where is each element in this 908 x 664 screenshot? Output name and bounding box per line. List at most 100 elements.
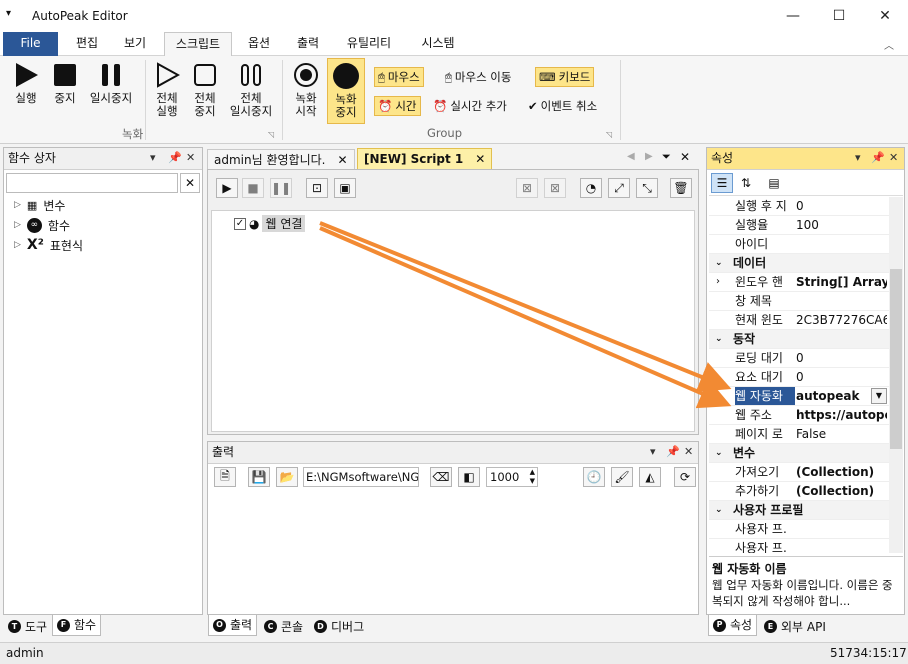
collapse-arrow-icon[interactable]: ⌄ xyxy=(715,254,723,272)
run-all-button[interactable]: 전체 실행 xyxy=(150,58,184,128)
mouse-move-toggle[interactable]: 🖱 마우스 이동 xyxy=(442,67,514,87)
property-value[interactable]: (Collection) xyxy=(793,482,887,500)
tab-options[interactable]: 옵션 xyxy=(236,32,282,56)
step-run-button[interactable]: ⊡ xyxy=(306,178,328,198)
tab-list-icon[interactable]: ⏷ xyxy=(662,150,671,164)
property-row[interactable]: 웹 자동화 autopeak ▼ xyxy=(709,387,889,406)
script-run-button[interactable]: ▶ xyxy=(216,178,238,198)
scrollbar-thumb[interactable] xyxy=(890,269,902,449)
property-row[interactable]: 가져오기 (Collection) xyxy=(709,463,889,482)
tab-debug[interactable]: D 디버그 xyxy=(310,616,368,637)
collapse-ribbon-icon[interactable]: ︿ xyxy=(884,37,894,52)
expand-all-button[interactable]: ⤢ xyxy=(608,178,630,198)
eraser-button[interactable]: ◧ xyxy=(458,467,480,487)
tab-edit[interactable]: 편집 xyxy=(64,32,110,56)
property-row[interactable]: 웹 주소 https://autopeak xyxy=(709,406,889,425)
speed-button[interactable]: ◔ xyxy=(580,178,602,198)
remove-all-button[interactable]: ⊠ xyxy=(544,178,566,198)
output-path-field[interactable]: E:\NGMsoftware\NG xyxy=(303,467,419,487)
scroll-tabs-left-icon[interactable]: ◀ xyxy=(627,151,635,162)
maximize-button[interactable]: ☐ xyxy=(816,0,862,32)
dropdown-icon[interactable]: ▼ xyxy=(871,388,887,404)
keyboard-toggle[interactable]: ⌨ 키보드 xyxy=(535,67,595,87)
property-row[interactable]: 실행 후 지 0 xyxy=(709,197,889,216)
collapse-arrow-icon[interactable]: ⌄ xyxy=(715,501,723,519)
tree-item-variables[interactable]: ▷ ▦ 변수 xyxy=(14,195,65,215)
record-stop-button[interactable]: 녹화 중지 xyxy=(327,58,365,124)
pause-all-button[interactable]: 전체 일시중지 xyxy=(226,58,276,128)
stop-all-button[interactable]: 전체 중지 xyxy=(188,58,222,128)
expand-arrow-icon[interactable]: ▷ xyxy=(14,200,21,210)
categorized-view-button[interactable]: ☰ xyxy=(711,173,733,193)
property-row[interactable]: 사용자 프. xyxy=(709,520,889,539)
property-row[interactable]: 창 제목 xyxy=(709,292,889,311)
panel-menu-icon[interactable]: ▾ xyxy=(650,445,656,458)
dialog-launcher-icon[interactable]: ◹ xyxy=(606,130,612,139)
alphabetical-view-button[interactable]: ⇅ xyxy=(735,173,757,193)
record-start-button[interactable]: 녹화 시작 xyxy=(288,58,324,128)
script-node-web-connect[interactable]: ✓ ◕ 웹 연결 xyxy=(234,215,306,232)
max-lines-stepper[interactable]: 1000 ▲ ▼ xyxy=(486,467,538,487)
tab-console[interactable]: C 콘솔 xyxy=(260,616,307,637)
property-category[interactable]: ⌄ 변수 xyxy=(709,444,889,463)
run-button[interactable]: 실행 xyxy=(8,58,44,128)
dialog-launcher-icon[interactable]: ◹ xyxy=(268,130,274,139)
tab-file[interactable]: File xyxy=(3,32,58,56)
run-to-end-button[interactable]: ▣ xyxy=(334,178,356,198)
event-cancel-button[interactable]: ✔ 이벤트 취소 xyxy=(525,96,600,116)
property-value[interactable]: String[] Array xyxy=(793,273,887,291)
tab-tools[interactable]: T 도구 xyxy=(4,616,51,637)
collapse-all-button[interactable]: ⤡ xyxy=(636,178,658,198)
tab-external-api[interactable]: E 외부 API xyxy=(760,616,830,637)
property-scrollbar[interactable] xyxy=(889,197,903,553)
tab-script-1[interactable]: [NEW] Script 1 ✕ xyxy=(357,148,493,170)
spinner-arrows-icon[interactable]: ▲ ▼ xyxy=(530,468,535,486)
close-tab-icon[interactable]: ✕ xyxy=(475,149,485,170)
property-value[interactable]: False xyxy=(793,425,887,443)
close-tab-icon[interactable]: ✕ xyxy=(337,150,347,171)
pin-icon[interactable]: 📌 xyxy=(168,151,182,164)
tree-item-expressions[interactable]: ▷ X² 표현식 xyxy=(14,235,83,255)
property-row[interactable]: 사용자 프. xyxy=(709,539,889,553)
fill-button[interactable]: ◭ xyxy=(639,467,661,487)
expand-arrow-icon[interactable]: › xyxy=(716,273,720,291)
panel-menu-icon[interactable]: ▾ xyxy=(150,151,156,164)
pin-icon[interactable]: 📌 xyxy=(871,151,885,164)
close-button[interactable]: ✕ xyxy=(862,0,908,32)
property-row[interactable]: › 윈도우 핸 String[] Array xyxy=(709,273,889,292)
property-value[interactable]: 100 xyxy=(793,216,887,234)
property-row[interactable]: 로딩 대기 0 xyxy=(709,349,889,368)
property-value[interactable]: (Collection) xyxy=(793,463,887,481)
expand-arrow-icon[interactable]: ▷ xyxy=(14,220,21,230)
property-row[interactable]: 요소 대기 0 xyxy=(709,368,889,387)
tab-view[interactable]: 보기 xyxy=(112,32,158,56)
property-category[interactable]: ⌄ 사용자 프로필 xyxy=(709,501,889,520)
scroll-tabs-right-icon[interactable]: ▶ xyxy=(645,151,653,162)
clean-button[interactable]: ⌫ xyxy=(430,467,452,487)
open-folder-button[interactable]: 📂 xyxy=(276,467,298,487)
property-row[interactable]: 실행율 100 xyxy=(709,216,889,235)
property-value[interactable]: 2C3B77276CA62 xyxy=(793,311,887,329)
close-icon[interactable]: ✕ xyxy=(889,151,898,164)
collapse-arrow-icon[interactable]: ⌄ xyxy=(715,444,723,462)
time-toggle[interactable]: ⏰ 시간 xyxy=(374,96,421,116)
collapse-arrow-icon[interactable]: ⌄ xyxy=(715,330,723,348)
tree-item-functions[interactable]: ▷ ∞ 함수 xyxy=(14,215,70,235)
expand-arrow-icon[interactable]: ▷ xyxy=(14,240,21,250)
timestamp-button[interactable]: 🕘 xyxy=(583,467,605,487)
pause-button[interactable]: 일시중지 xyxy=(86,58,136,128)
property-pages-button[interactable]: ▤ xyxy=(763,173,785,193)
tab-welcome[interactable]: admin님 환영합니다. ✕ xyxy=(207,149,355,171)
tab-system[interactable]: 시스템 xyxy=(412,32,464,56)
tab-script[interactable]: 스크립트 xyxy=(164,32,232,57)
property-value[interactable]: 0 xyxy=(793,368,887,386)
clear-search-button[interactable]: ✕ xyxy=(180,173,200,193)
node-checkbox[interactable]: ✓ xyxy=(234,217,246,230)
tab-output[interactable]: 출력 xyxy=(285,32,331,56)
pin-icon[interactable]: 📌 xyxy=(666,445,680,458)
brush-button[interactable]: 🖌 xyxy=(611,467,633,487)
tab-utility[interactable]: 유틸리티 xyxy=(337,32,401,56)
property-row[interactable]: 아이디 xyxy=(709,235,889,254)
property-value[interactable]: 0 xyxy=(793,349,887,367)
refresh-button[interactable]: ⟳ xyxy=(674,467,696,487)
